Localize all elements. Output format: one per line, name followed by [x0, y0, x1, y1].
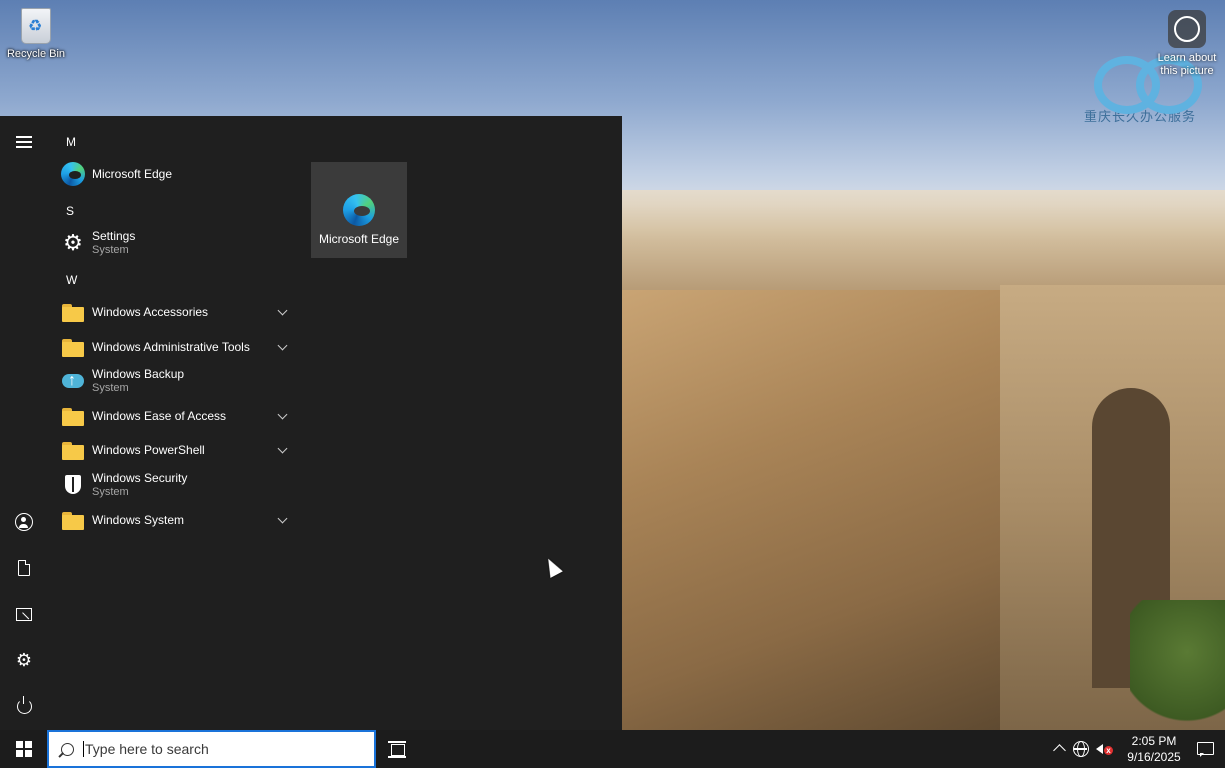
app-name: Settings [92, 229, 136, 243]
backup-icon [61, 369, 85, 393]
gear-icon: ⚙ [63, 230, 83, 255]
user-icon [15, 513, 33, 531]
desktop-icon-recycle-bin[interactable]: Recycle Bin [6, 8, 66, 60]
learn-about-picture-icon [1168, 10, 1206, 48]
folder-icon [61, 335, 85, 359]
power-icon [16, 695, 32, 714]
edge-icon [343, 194, 375, 226]
chevron-down-icon [277, 340, 288, 350]
folder-icon [61, 438, 85, 462]
app-name: Windows Administrative Tools [92, 339, 250, 354]
app-name: Windows Security [92, 471, 188, 485]
folder-icon [61, 300, 85, 324]
letter-header-w[interactable]: W [66, 273, 77, 287]
chevron-down-icon [277, 513, 288, 523]
shield-icon [61, 473, 85, 497]
wallpaper-cliff [622, 290, 1002, 730]
taskbar-clock[interactable]: 2:05 PM 9/16/2025 [1121, 733, 1187, 765]
desktop-icon-learn-about-picture[interactable]: Learn about this picture [1152, 10, 1222, 78]
app-name: Windows System [92, 512, 185, 527]
folder-icon [61, 404, 85, 428]
letter-header-m[interactable]: M [66, 135, 76, 149]
wallpaper-vegetation [1130, 600, 1225, 730]
app-item-windows-backup[interactable]: Windows Backup System [56, 364, 296, 398]
recycle-bin-icon [21, 8, 51, 44]
documents-button[interactable] [0, 546, 48, 590]
desktop-icon-label: Recycle Bin [6, 48, 66, 60]
tile-microsoft-edge[interactable]: Microsoft Edge [311, 162, 407, 258]
task-view-button[interactable] [388, 739, 408, 759]
app-item-windows-ease-of-access[interactable]: Windows Ease of Access [56, 399, 296, 433]
app-item-windows-accessories[interactable]: Windows Accessories [56, 295, 296, 329]
start-rail: ⚙ [0, 116, 48, 730]
chevron-down-icon [277, 305, 288, 315]
app-subtitle: System [92, 382, 129, 394]
letter-header-s[interactable]: S [66, 204, 74, 218]
start-menu: ⚙ M Microsoft Edge S ⚙ Settings System W… [0, 116, 622, 730]
app-item-settings[interactable]: ⚙ Settings System [56, 226, 296, 260]
clock-date: 9/16/2025 [1127, 750, 1181, 764]
edge-icon [61, 162, 85, 186]
gear-icon: ⚙ [15, 650, 33, 670]
app-subtitle: System [92, 486, 129, 498]
app-item-windows-powershell[interactable]: Windows PowerShell [56, 433, 296, 467]
document-icon [18, 560, 30, 576]
clock-time: 2:05 PM [1131, 734, 1177, 748]
app-item-windows-security[interactable]: Windows Security System [56, 468, 296, 502]
app-name: Windows PowerShell [92, 442, 205, 457]
start-button[interactable] [0, 730, 47, 768]
hamburger-icon [16, 141, 32, 143]
app-item-microsoft-edge[interactable]: Microsoft Edge [56, 157, 296, 191]
tile-label: Microsoft Edge [318, 232, 400, 246]
app-item-windows-system[interactable]: Windows System [56, 503, 296, 537]
chevron-down-icon [277, 443, 288, 453]
hamburger-menu-button[interactable] [0, 120, 48, 164]
app-name: Windows Accessories [92, 304, 209, 319]
notification-center-icon[interactable] [1197, 741, 1214, 757]
pictures-icon [16, 607, 32, 621]
app-name: Windows Backup [92, 367, 185, 381]
settings-button[interactable]: ⚙ [0, 638, 48, 682]
desktop-icon-label: Learn about this picture [1157, 52, 1217, 77]
app-name: Windows Ease of Access [92, 408, 227, 423]
show-hidden-icons-chevron-up-icon[interactable] [1052, 741, 1068, 757]
taskbar: 2:05 PM 9/16/2025 [0, 730, 1225, 768]
network-globe-icon[interactable] [1073, 741, 1089, 757]
power-button[interactable] [0, 684, 48, 728]
app-name: Microsoft Edge [92, 166, 173, 181]
app-item-windows-administrative-tools[interactable]: Windows Administrative Tools [56, 330, 296, 364]
pictures-button[interactable] [0, 592, 48, 636]
account-button[interactable] [0, 500, 48, 544]
chevron-down-icon [277, 409, 288, 419]
search-icon [61, 742, 74, 756]
taskbar-search-box[interactable] [47, 730, 376, 768]
wallpaper-town [622, 190, 1225, 290]
windows-logo-icon [15, 741, 32, 757]
search-input[interactable] [83, 741, 353, 757]
volume-muted-icon[interactable] [1095, 741, 1113, 757]
folder-icon [61, 508, 85, 532]
app-subtitle: System [92, 244, 129, 256]
